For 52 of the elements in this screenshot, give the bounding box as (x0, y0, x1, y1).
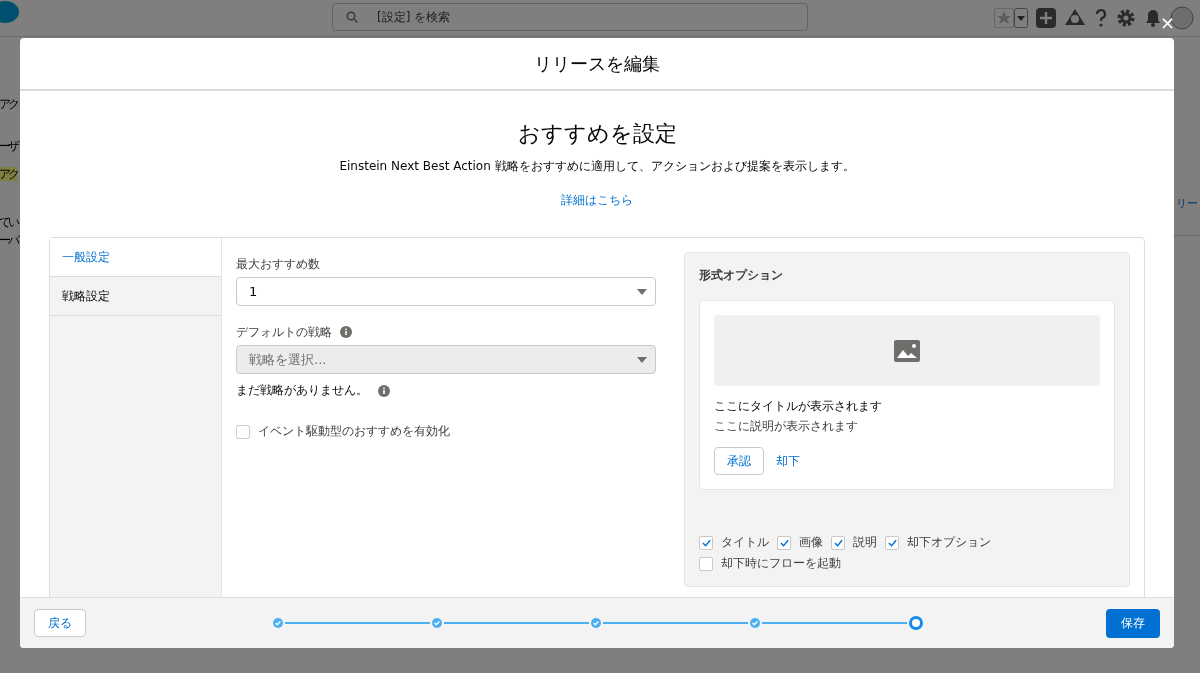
note-text: まだ戦略がありません。 (236, 382, 368, 399)
caret-icon (637, 356, 647, 363)
image-icon (894, 339, 920, 362)
page-text: ーバ (0, 233, 17, 247)
plus-icon[interactable] (1036, 8, 1056, 28)
page-text: てい (0, 215, 17, 229)
dialog-title: リリースを編集 (20, 38, 1174, 91)
checkbox[interactable] (831, 535, 845, 550)
current-step-icon[interactable] (909, 616, 923, 630)
checkbox-label: 説明 (853, 534, 877, 551)
info-icon (378, 384, 390, 397)
panel-title: 形式オプション (699, 267, 784, 284)
completed-step-icon[interactable] (273, 618, 283, 628)
checkbox[interactable] (777, 535, 791, 550)
field-label: 最大おすすめ数 (236, 256, 321, 272)
checkbox[interactable] (699, 556, 713, 571)
checkbox-label: 却下オプション (907, 534, 991, 551)
checkbox[interactable] (699, 535, 713, 550)
dropdown-icon[interactable] (1014, 8, 1028, 28)
learn-more-link[interactable]: 詳細はこちら (561, 191, 633, 209)
preview-description: ここに説明が表示されます (714, 418, 859, 435)
search-field[interactable]: [設定] を検索 (332, 3, 808, 31)
checkbox-label: タイトル (721, 534, 769, 551)
bell-icon[interactable] (1144, 8, 1162, 28)
max-recommendations-select[interactable]: 1 (236, 277, 656, 306)
completed-step-icon[interactable] (591, 618, 601, 628)
help-icon[interactable] (1094, 8, 1108, 28)
page-link[interactable]: リー (1176, 196, 1198, 211)
save-button[interactable]: 保存 (1106, 608, 1160, 638)
checkbox-label: 却下時にフローを起動 (721, 555, 841, 572)
completed-step-icon[interactable] (432, 618, 442, 628)
checkbox-label: イベント駆動型のおすすめを有効化 (258, 423, 450, 440)
checkbox[interactable] (885, 535, 899, 550)
settings-icon[interactable] (1116, 8, 1136, 28)
preview-title: ここにタイトルが表示されます (714, 398, 883, 415)
checkbox-label: 画像 (799, 534, 823, 551)
reject-link[interactable]: 却下 (776, 452, 800, 470)
page-text: アク (0, 167, 17, 181)
page-text: ーザ (0, 139, 17, 153)
vertical-tab[interactable]: 一般設定 (50, 238, 221, 277)
back-button[interactable]: 戻る (34, 609, 86, 637)
checkbox[interactable] (236, 424, 250, 439)
section-heading: おすすめを設定 (517, 120, 677, 148)
info-icon (340, 326, 352, 338)
close-button[interactable]: × (1158, 14, 1178, 32)
accept-button[interactable]: 承認 (714, 447, 764, 475)
search-icon (346, 11, 358, 23)
caret-icon (637, 288, 647, 295)
field-label: デフォルトの戦略 (236, 323, 332, 341)
description-text: Einstein Next Best Action 戦略をおすすめに適用して、アクションおよび提案を表示します。 (339, 158, 855, 175)
page-text: アク (0, 97, 17, 111)
completed-step-icon[interactable] (750, 618, 760, 628)
